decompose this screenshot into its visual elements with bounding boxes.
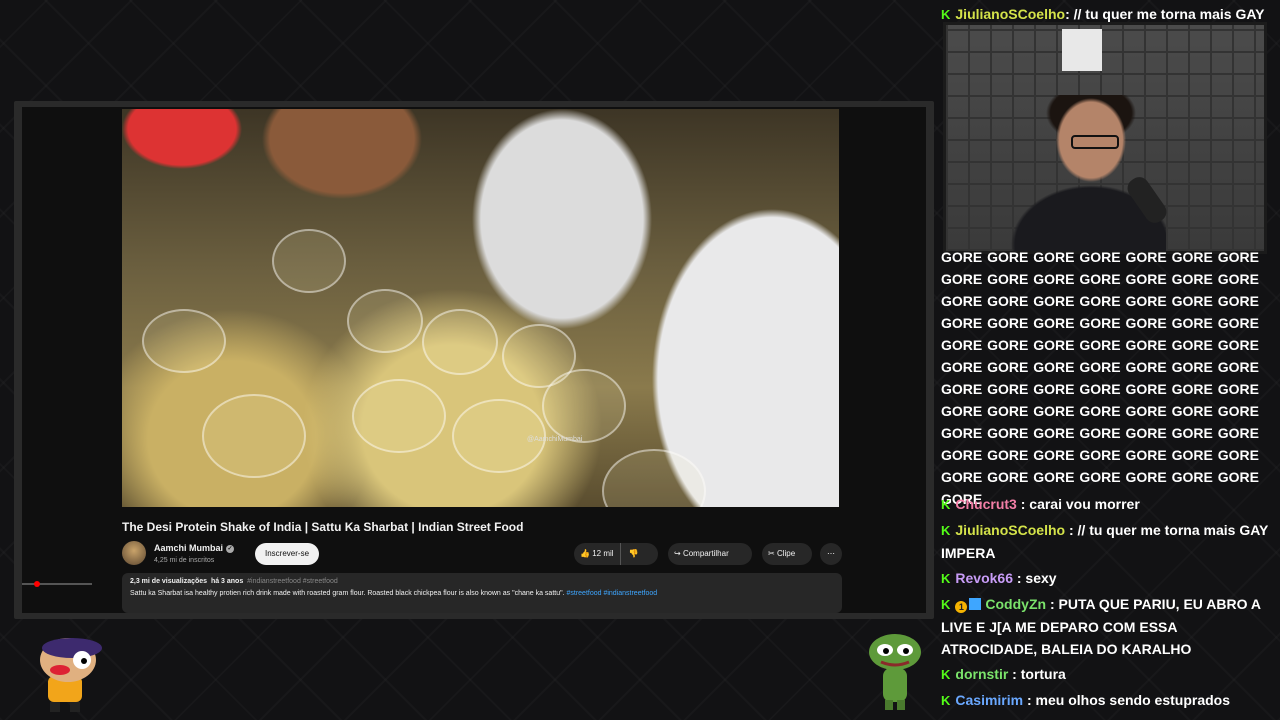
kick-icon: K [941, 693, 951, 708]
progress-track[interactable] [22, 583, 92, 585]
chat-text: : sexy [1016, 570, 1057, 586]
video-title: The Desi Protein Shake of India | Sattu … [122, 520, 524, 534]
glass-cup [422, 309, 498, 375]
browser-window: @AamchiMumbai The Desi Protein Shake of … [14, 101, 934, 619]
subscriber-badge-icon: 1 [955, 601, 968, 613]
clip-button[interactable]: ✂ Clipe [762, 543, 812, 565]
video-player[interactable]: @AamchiMumbai [122, 109, 839, 507]
chat-message: K 1 CoddyZn : PUTA QUE PARIU, EU ABRO A LI… [941, 593, 1273, 660]
progress-scrubber[interactable] [34, 581, 40, 587]
hashtags[interactable]: #indianstreetfood #streetfood [247, 578, 338, 585]
chat-message: K Revok66 : sexy [941, 567, 1273, 590]
chat-username[interactable]: JiulianoSCoelho [955, 522, 1065, 538]
clip-label: Clipe [776, 549, 796, 558]
glass-cup [272, 229, 346, 293]
subscriber-count: 4,25 mi de inscritos [154, 557, 215, 564]
kick-icon: K [941, 667, 951, 682]
description-body: Sattu ka Sharbat isa healthy protien ric… [130, 590, 565, 597]
kick-icon: K [941, 597, 951, 612]
more-icon: ⋯ [827, 549, 835, 558]
share-label: Compartilhar [682, 549, 729, 558]
glass-cup [202, 394, 306, 478]
chat-text: : tortura [1012, 666, 1066, 682]
description-meta: 2,3 mi de visualizações há 3 anos #india… [130, 578, 338, 585]
like-button[interactable]: 👍 12 mil [574, 543, 620, 565]
glass-cup [352, 379, 446, 453]
description-box[interactable]: 2,3 mi de visualizações há 3 anos #india… [122, 573, 842, 613]
verified-icon: ✓ [226, 544, 235, 553]
more-actions-button[interactable]: ⋯ [820, 543, 842, 565]
share-icon: ↪ [674, 549, 681, 558]
cartoon-character-sticker [40, 638, 102, 712]
chat-message: K Casimirim : meu olhos sendo estuprados [941, 689, 1273, 712]
chat-username[interactable]: dornstir [955, 666, 1008, 682]
thumbs-up-icon: 👍 [580, 549, 590, 558]
dislike-button[interactable]: 👎 [619, 543, 647, 565]
chat-username[interactable]: CoddyZn [985, 596, 1046, 612]
chat-message: K JiulianoSCoelho: // tu quer me torna ma… [941, 3, 1273, 26]
thumbs-down-icon: 👎 [628, 549, 639, 558]
scissors-icon: ✂ [768, 549, 775, 558]
kick-icon: K [941, 571, 951, 586]
upload-date: há 3 anos [210, 578, 244, 585]
chat-message: K Chucrut3 : carai vou morrer [941, 493, 1273, 516]
glass-cup [602, 449, 706, 507]
chat-text: : // tu quer me torna mais GAY [1065, 6, 1265, 22]
kick-icon: K [941, 497, 951, 512]
share-button[interactable]: ↪ Compartilhar [668, 543, 752, 565]
chat-username[interactable]: Casimirim [955, 692, 1023, 708]
glass-cup [142, 309, 226, 373]
like-dislike-group: 👍 12 mil 👎 [574, 543, 658, 565]
chat-message: K JiulianoSCoelho : // tu quer me torna m… [941, 519, 1273, 564]
chat-panel: K JiulianoSCoelho: // tu quer me torna ma… [941, 0, 1273, 720]
view-count: 2,3 mi de visualizações [130, 578, 208, 585]
glass-cup [542, 369, 626, 443]
chat-username[interactable]: Revok66 [955, 570, 1013, 586]
channel-name[interactable]: Aamchi Mumbai ✓ [154, 543, 235, 553]
chat-spam-message: GORE GORE GORE GORE GORE GORE GORE GORE … [941, 249, 1259, 507]
subscribe-button[interactable]: Inscrever-se [255, 543, 320, 565]
pepe-frog-sticker [869, 634, 921, 710]
description-hashtags[interactable]: #streetfood #indianstreetfood [566, 590, 657, 597]
description-text: Sattu ka Sharbat isa healthy protien ric… [130, 590, 657, 597]
chat-text: : meu olhos sendo estuprados [1026, 692, 1231, 708]
channel-name-label[interactable]: Aamchi Mumbai [154, 543, 223, 553]
youtube-watch-page: @AamchiMumbai The Desi Protein Shake of … [22, 107, 926, 613]
kick-icon: K [941, 523, 951, 538]
video-watermark: @AamchiMumbai [527, 436, 583, 443]
kick-icon: K [941, 7, 951, 22]
glass-cup [347, 289, 423, 353]
chat-message: Kdornstir : tortura [941, 663, 1273, 686]
chat-text: : carai vou morrer [1020, 496, 1140, 512]
channel-avatar[interactable] [122, 541, 146, 565]
gift-badge-icon [969, 598, 982, 610]
chat-username[interactable]: Chucrut3 [955, 496, 1016, 512]
like-count: 12 mil [592, 549, 614, 558]
chat-username[interactable]: JiulianoSCoelho [955, 6, 1065, 22]
